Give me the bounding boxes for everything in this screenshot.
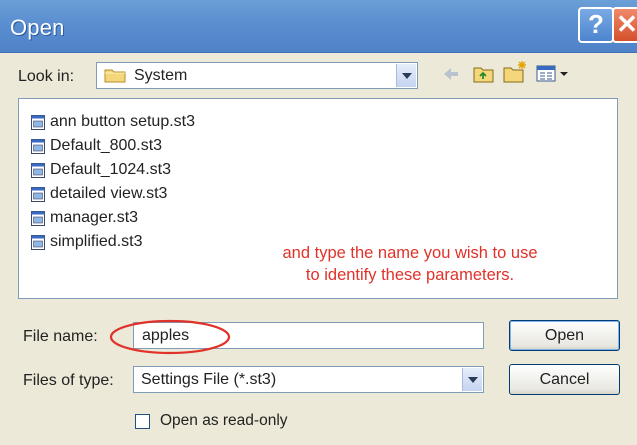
cancel-button[interactable]: Cancel — [509, 364, 620, 395]
file-name-text: simplified.st3 — [50, 233, 143, 250]
settings-file-icon — [31, 186, 45, 202]
open-button[interactable]: Open — [509, 320, 620, 351]
file-list-item[interactable]: simplified.st3 — [31, 231, 142, 253]
title-bar[interactable]: Open ? ✕ — [0, 0, 637, 53]
annotation-line-1: and type the name you wish to use — [282, 244, 538, 262]
annotation-line-2: to identify these parameters. — [305, 266, 515, 284]
file-name-text: detailed view.st3 — [50, 185, 168, 202]
settings-file-icon — [31, 162, 45, 178]
highlight-ellipse — [109, 319, 231, 355]
window-title: Open — [10, 15, 65, 40]
read-only-label: Open as read-only — [160, 412, 288, 429]
look-in-label: Look in: — [18, 68, 75, 85]
file-name-text: Default_1024.st3 — [50, 161, 171, 178]
back-arrow-icon[interactable] — [441, 64, 461, 84]
instruction-annotation: and type the name you wish to use to ide… — [255, 242, 565, 286]
open-read-only-option[interactable]: Open as read-only — [135, 412, 288, 430]
settings-file-icon — [31, 138, 45, 154]
files-of-type-dropdown[interactable]: Settings File (*.st3) — [133, 366, 484, 393]
settings-file-icon — [31, 210, 45, 226]
file-list-item[interactable]: manager.st3 — [31, 207, 138, 229]
file-name-text: ann button setup.st3 — [50, 113, 195, 130]
chevron-down-icon[interactable] — [396, 64, 416, 87]
chevron-down-icon[interactable] — [462, 368, 482, 391]
file-name-label: File name: — [23, 328, 98, 345]
file-name-text: manager.st3 — [50, 209, 139, 226]
look-in-value: System — [134, 67, 188, 84]
close-button[interactable]: ✕ — [612, 7, 637, 43]
new-folder-icon[interactable] — [503, 60, 529, 84]
file-list-item[interactable]: detailed view.st3 — [31, 183, 167, 205]
files-of-type-label: Files of type: — [23, 372, 114, 389]
folder-icon — [104, 69, 126, 83]
file-list-item[interactable]: Default_1024.st3 — [31, 159, 171, 181]
settings-file-icon — [31, 234, 45, 250]
read-only-checkbox[interactable] — [135, 413, 150, 429]
file-list[interactable]: ann button setup.st3 Default_800.st3 Defau… — [18, 98, 618, 299]
file-list-item[interactable]: Default_800.st3 — [31, 135, 162, 157]
files-of-type-value: Settings File (*.st3) — [141, 371, 277, 388]
file-name-text: Default_800.st3 — [50, 137, 163, 154]
help-button[interactable]: ? — [578, 7, 614, 43]
view-menu-icon[interactable] — [536, 64, 570, 84]
file-list-item[interactable]: ann button setup.st3 — [31, 111, 195, 133]
look-in-dropdown[interactable]: System — [96, 62, 418, 89]
settings-file-icon — [31, 114, 45, 130]
up-one-level-icon[interactable] — [473, 64, 495, 84]
